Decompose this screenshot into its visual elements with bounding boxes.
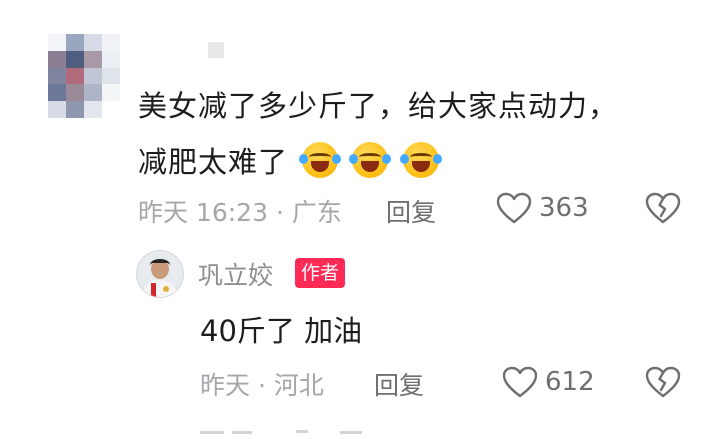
reply-like-count: 612 [545,367,595,397]
heart-icon[interactable] [502,366,538,398]
heart-icon[interactable] [496,192,532,224]
reply-text: 40斤了 加油 [200,314,363,348]
laugh-cry-emoji-icon [299,142,342,178]
author-name[interactable]: 巩立姣 [198,256,273,292]
commenter-name-blurred [208,42,224,58]
commenter-avatar[interactable] [48,34,120,118]
author-badge: 作者 [295,258,346,288]
broken-heart-icon[interactable] [645,366,681,398]
laugh-cry-emoji-icon [349,142,392,178]
comment-like-count: 363 [539,193,589,223]
comment-text-line2: 减肥太难了 [138,145,289,179]
comment-meta: 昨天 16:23 · 广东 [138,198,342,227]
comment-reply-button[interactable]: 回复 [386,193,436,229]
author-avatar[interactable] [136,250,184,298]
comment-text-line2-row: 减肥太难了 [138,134,698,190]
comment-text: 美女减了多少斤了，给大家点动力， 减肥太难了 [138,78,698,190]
reply-reply-button[interactable]: 回复 [374,366,424,402]
comment-text-line1: 美女减了多少斤了，给大家点动力， [138,89,619,123]
next-item-partial [200,420,370,434]
reply-meta: 昨天 · 河北 [200,371,324,400]
laugh-cry-emoji-icon [399,142,442,178]
broken-heart-icon[interactable] [645,192,681,224]
